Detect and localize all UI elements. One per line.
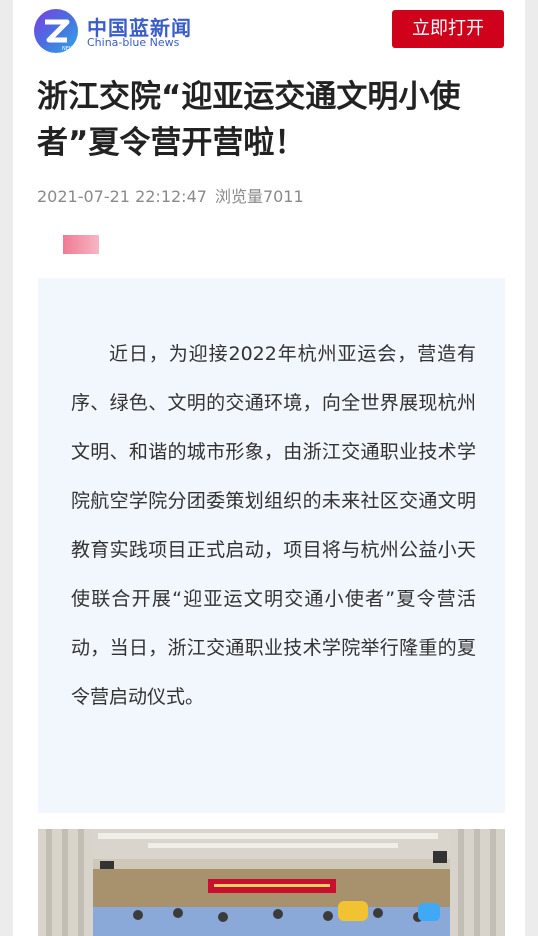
- publish-date: 2021-07-21 22:12:47: [37, 187, 207, 206]
- article-body-box: 近日，为迎接2022年杭州亚运会，营造有序、绿色、文明的交通环境，向全世界展现杭…: [38, 278, 505, 813]
- logo-text-en: China-blue News: [87, 36, 180, 49]
- article-meta: 2021-07-21 22:12:47 浏览量7011: [37, 183, 312, 207]
- logo-badge: NEWS: [62, 46, 77, 52]
- article-page: NEWS 中国蓝新闻 China-blue News 立即打开 浙江交院“迎亚运…: [13, 0, 525, 936]
- event-photo-illustration: [38, 829, 505, 936]
- open-app-button[interactable]: 立即打开: [392, 10, 504, 48]
- top-bar: NEWS 中国蓝新闻 China-blue News 立即打开: [13, 0, 525, 60]
- china-blue-logo-icon[interactable]: NEWS: [33, 8, 79, 54]
- view-count: 浏览量7011: [214, 187, 304, 206]
- article-photo[interactable]: [38, 829, 505, 936]
- decorative-pink-bar: [63, 235, 99, 254]
- article-title: 浙江交院“迎亚运交通文明小使者”夏令营开营啦！: [37, 79, 461, 161]
- article-paragraph: 近日，为迎接2022年杭州亚运会，营造有序、绿色、文明的交通环境，向全世界展现杭…: [71, 343, 476, 708]
